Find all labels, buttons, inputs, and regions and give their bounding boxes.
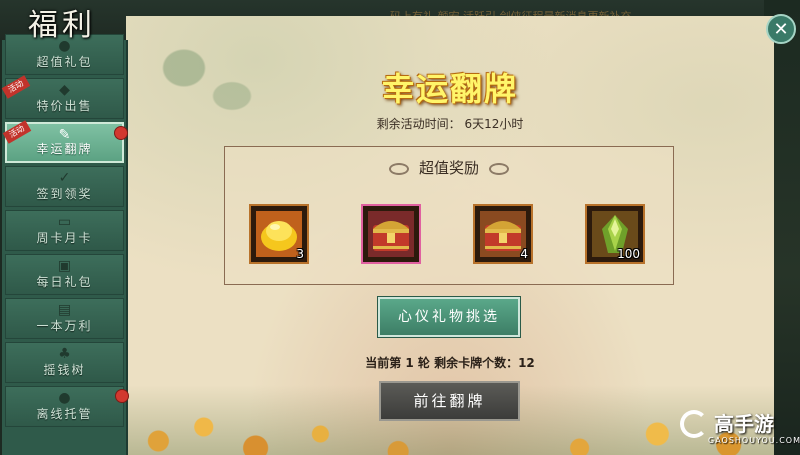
- watermark-name: 高手游: [714, 412, 774, 436]
- reward-slot-chest[interactable]: 4: [473, 204, 533, 264]
- card-icon: ▭: [57, 214, 72, 230]
- reward-slot-gem[interactable]: 100: [585, 204, 645, 264]
- gift-select-button[interactable]: 心仪礼物挑选: [378, 297, 520, 337]
- main-panel: 幸运翻牌 剩余活动时间： 6天12小时 超值奖励 3 4 100 心仪礼物挑选 …: [126, 16, 774, 455]
- sidebar-item-special-sale[interactable]: 活动 ◆ 特价出售: [1, 75, 124, 119]
- reward-slot-gold[interactable]: 3: [249, 204, 309, 264]
- sidebar-item-investment[interactable]: ▤ 一本万利: [5, 298, 124, 339]
- sidebar-item-money-tree[interactable]: ♣ 摇钱树: [5, 342, 124, 383]
- event-title: 幸运翻牌: [381, 70, 518, 108]
- reward-box: 超值奖励 3 4 100: [224, 146, 674, 285]
- page-title: 福利: [28, 8, 96, 43]
- sidebar-item-offline-host[interactable]: ● 离线托管: [5, 386, 129, 427]
- money-tree-icon: ♣: [58, 346, 71, 362]
- sign-in-icon: ✓: [58, 170, 71, 186]
- sidebar-item-label: 摇钱树: [43, 363, 86, 377]
- gift-icon: ▣: [57, 258, 72, 274]
- sidebar-item-lucky-flip[interactable]: 活动 ✎ 幸运翻牌: [2, 120, 128, 163]
- bag-icon: ●: [58, 390, 71, 406]
- reward-qty: 3: [296, 247, 304, 261]
- cloud-ornament-icon: [388, 162, 409, 175]
- close-icon: ✕: [773, 19, 789, 40]
- sidebar-item-label: 超值礼包: [36, 55, 93, 69]
- watermark-url: GAOSHOUYOU.COM: [708, 436, 800, 445]
- sidebar-item-sign-in[interactable]: ✓ 签到领奖: [5, 166, 124, 207]
- sidebar-item-week-month-card[interactable]: ▭ 周卡月卡: [5, 210, 124, 251]
- sidebar-item-label: 幸运翻牌: [36, 142, 93, 156]
- sidebar-item-label: 特价出售: [36, 99, 93, 113]
- sidebar-item-label: 离线托管: [36, 407, 93, 421]
- cloud-ornament-icon: [489, 162, 509, 175]
- sidebar-item-label: 每日礼包: [36, 275, 93, 289]
- reward-heading-label: 超值奖励: [418, 159, 479, 177]
- reward-qty: 100: [617, 247, 640, 261]
- reward-qty: 4: [520, 247, 528, 261]
- sidebar-item-label: 周卡月卡: [36, 231, 93, 245]
- remaining-time: 剩余活动时间： 6天12小时: [376, 117, 524, 131]
- book-icon: ▤: [57, 302, 72, 318]
- coin-sack-icon: ◆: [59, 82, 70, 98]
- notification-dot: [115, 389, 129, 403]
- sidebar: ● 超值礼包 活动 ◆ 特价出售 活动 ✎ 幸运翻牌 ✓ 签到领奖 ▭ 周卡月卡…: [1, 34, 129, 455]
- event-tag: 活动: [1, 75, 31, 99]
- close-button[interactable]: ✕: [766, 14, 796, 44]
- reward-heading: 超值奖励: [225, 157, 673, 178]
- round-info: 当前第 1 轮 剩余卡牌个数：12: [365, 356, 535, 370]
- watermark-logo-icon: [680, 410, 708, 438]
- notification-dot: [114, 126, 128, 140]
- sidebar-item-daily-pack[interactable]: ▣ 每日礼包: [5, 254, 124, 295]
- treasure-chest-icon: [368, 211, 414, 257]
- watermark: 高手游 GAOSHOUYOU.COM: [680, 408, 800, 452]
- go-flip-button[interactable]: 前往翻牌: [379, 381, 520, 421]
- reward-slot-chest-pink[interactable]: [361, 204, 421, 264]
- sidebar-item-label: 一本万利: [36, 319, 93, 333]
- sidebar-item-label: 签到领奖: [36, 187, 93, 201]
